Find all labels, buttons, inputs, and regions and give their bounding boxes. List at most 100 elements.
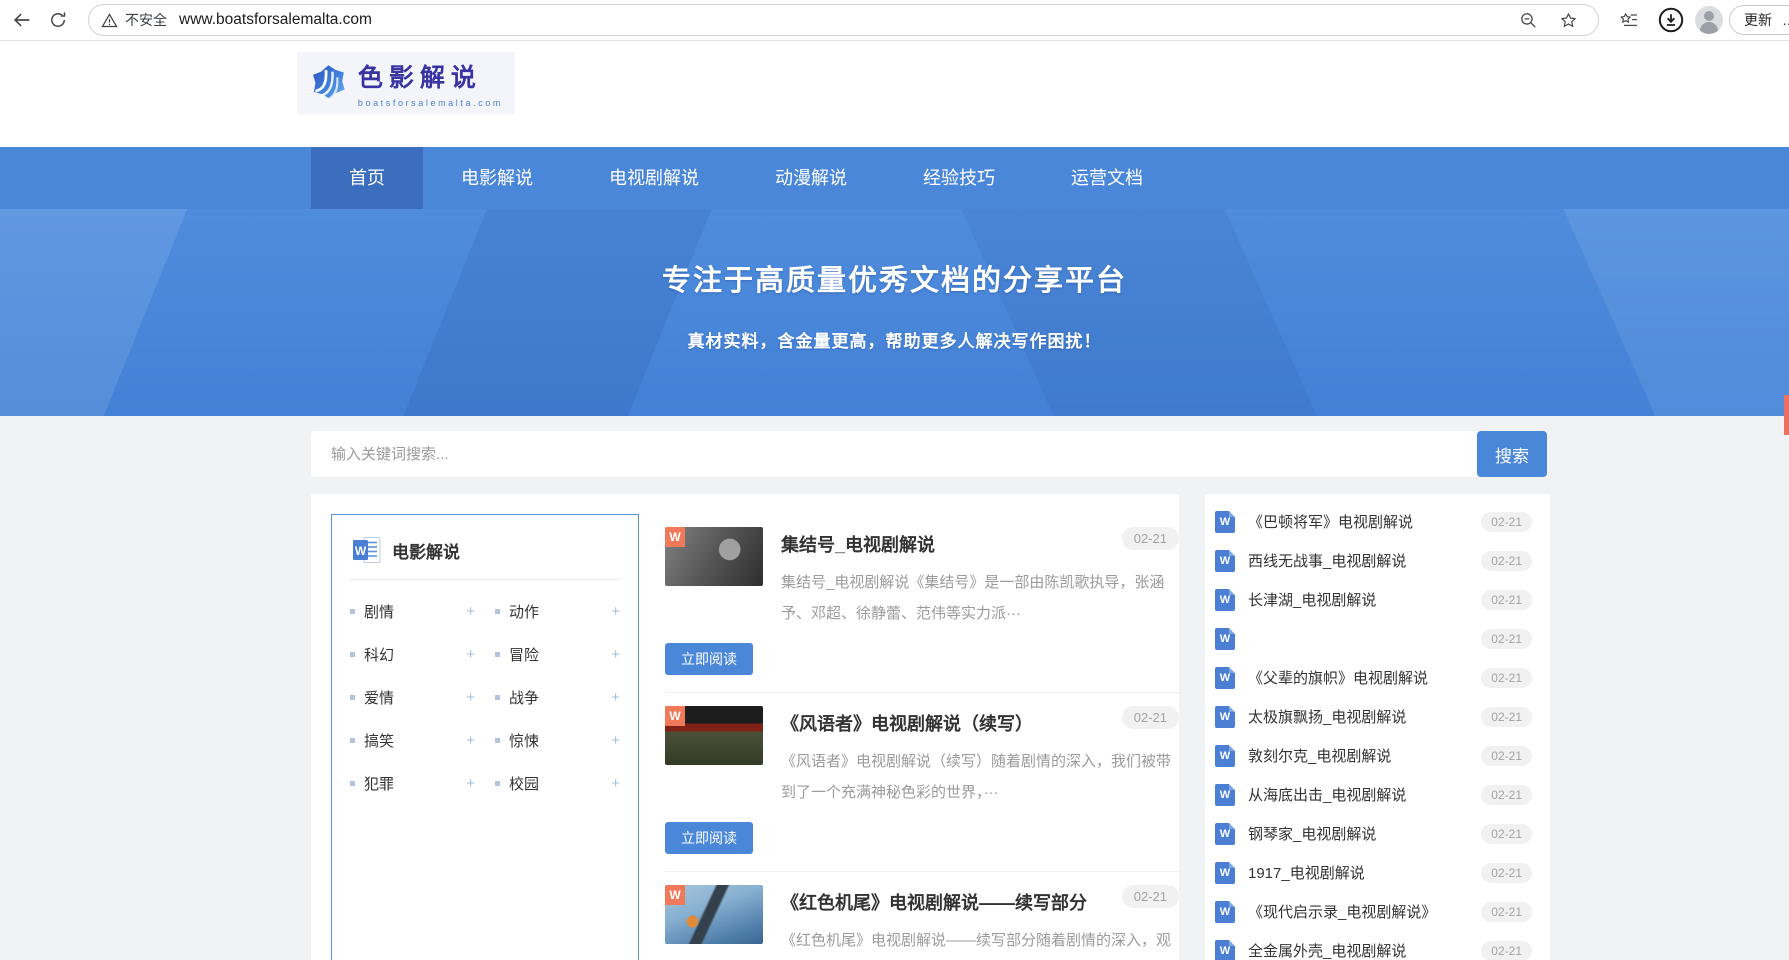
article-title[interactable]: 《红色机尾》电视剧解说——续写部分 [781, 889, 1122, 915]
refresh-icon [48, 10, 68, 30]
recent-doc-item[interactable]: W太极旗飘扬_电视剧解说02-21 [1215, 697, 1532, 736]
recent-doc-item[interactable]: W《父辈的旗帜》电视剧解说02-21 [1215, 658, 1532, 697]
article-description: 集结号_电视剧解说《集结号》是一部由陈凯歌执导，张涵予、邓超、徐静蕾、范伟等实力… [781, 567, 1179, 629]
zoom-out-button[interactable] [1510, 3, 1546, 37]
refresh-button[interactable] [40, 3, 76, 37]
back-button[interactable] [4, 3, 40, 37]
category-label: 剧情 [364, 601, 394, 622]
expand-plus-icon[interactable]: + [466, 732, 475, 749]
address-bar[interactable]: 不安全 www.boatsforsalemalta.com [88, 4, 1599, 36]
recent-doc-item[interactable]: W西线无战事_电视剧解说02-21 [1215, 541, 1532, 580]
downloads-button[interactable] [1653, 3, 1689, 37]
word-doc-icon: W [352, 535, 382, 565]
expand-plus-icon[interactable]: + [466, 775, 475, 792]
site-header: 色影解说 boatsforsalemalta.com [0, 41, 1789, 147]
word-badge-icon: W [665, 706, 685, 726]
recent-doc-item[interactable]: W《巴顿将军》电视剧解说02-21 [1215, 502, 1532, 541]
expand-plus-icon[interactable]: + [611, 603, 620, 620]
nav-item-docs[interactable]: 运营文档 [1033, 147, 1181, 209]
category-label: 冒险 [509, 644, 539, 665]
bookmark-button[interactable] [1550, 3, 1586, 37]
expand-plus-icon[interactable]: + [466, 689, 475, 706]
recent-doc-item[interactable]: W长津湖_电视剧解说02-21 [1215, 580, 1532, 619]
recent-doc-item[interactable]: W钢琴家_电视剧解说02-21 [1215, 814, 1532, 853]
article-thumbnail[interactable]: W [665, 706, 763, 765]
article-thumbnail[interactable]: W [665, 885, 763, 944]
recent-doc-item[interactable]: W敦刻尔克_电视剧解说02-21 [1215, 736, 1532, 775]
category-item-dongzuo[interactable]: 动作+ [495, 590, 620, 633]
recent-doc-date: 02-21 [1481, 941, 1532, 960]
recent-doc-item[interactable]: W02-21 [1215, 619, 1532, 658]
recent-doc-item[interactable]: W《现代启示录_电视剧解说》02-21 [1215, 892, 1532, 931]
hero-subtitle: 真材实料，含金量更高，帮助更多人解决写作困扰！ [0, 327, 1789, 352]
search-input[interactable] [311, 431, 1481, 477]
expand-plus-icon[interactable]: + [466, 603, 475, 620]
expand-plus-icon[interactable]: + [611, 689, 620, 706]
category-panel-header: W 电影解说 [350, 531, 620, 580]
category-label: 惊悚 [509, 730, 539, 751]
url-text: www.boatsforsalemalta.com [179, 11, 1510, 29]
article-item: W 《风语者》电视剧解说（续写） 02-21 《风语者》电视剧解说（续写）随着剧… [665, 693, 1179, 872]
bullet-icon [495, 738, 500, 743]
nav-item-movie[interactable]: 电影解说 [423, 147, 571, 209]
expand-plus-icon[interactable]: + [611, 732, 620, 749]
category-item-maoxian[interactable]: 冒险 + [495, 633, 620, 676]
nav-item-tv[interactable]: 电视剧解说 [571, 147, 737, 209]
category-item-jingsong[interactable]: 惊悚 + [495, 719, 620, 762]
recent-doc-title: 钢琴家_电视剧解说 [1248, 823, 1481, 844]
recent-doc-date: 02-21 [1481, 902, 1532, 922]
article-description: 《红色机尾》电视剧解说——续写部分随着剧情的深入，观众们被《红色机尾》中那一段段… [781, 925, 1179, 960]
read-now-button[interactable]: 立即阅读 [665, 822, 753, 854]
recent-doc-title: 《父辈的旗帜》电视剧解说 [1248, 667, 1481, 688]
recent-doc-item[interactable]: W1917_电视剧解说02-21 [1215, 853, 1532, 892]
category-item-fanzui[interactable]: 犯罪+ [350, 762, 475, 805]
search-button[interactable]: 搜索 [1477, 431, 1547, 477]
word-doc-icon: W [1215, 589, 1235, 611]
avatar-head [1704, 11, 1714, 21]
article-date-badge: 02-21 [1122, 706, 1179, 729]
recent-doc-item[interactable]: W从海底出击_电视剧解说02-21 [1215, 775, 1532, 814]
recent-doc-title: 西线无战事_电视剧解说 [1248, 550, 1481, 571]
profile-avatar[interactable] [1695, 6, 1723, 34]
recent-doc-title: 敦刻尔克_电视剧解说 [1248, 745, 1481, 766]
article-item: W 《红色机尾》电视剧解说——续写部分 02-21 《红色机尾》电视剧解说——续… [665, 872, 1179, 960]
category-label: 科幻 [364, 644, 394, 665]
expand-plus-icon[interactable]: + [466, 646, 475, 663]
bullet-icon [350, 781, 355, 786]
category-item-zhanzheng[interactable]: 战争 + [495, 676, 620, 719]
articles-card: W 电影解说 剧情 + 动作+ 科幻 + 冒险 + 爱情+ 战争 + 搞笑+ 惊悚 + 犯… [311, 494, 1179, 960]
category-item-xiaoyuan[interactable]: 校园+ [495, 762, 620, 805]
article-thumbnail[interactable]: W [665, 527, 763, 586]
browser-update-button[interactable]: 更新 … [1729, 5, 1789, 35]
category-item-gaoxiao[interactable]: 搞笑+ [350, 719, 475, 762]
nav-item-home[interactable]: 首页 [311, 147, 423, 209]
article-title[interactable]: 《风语者》电视剧解说（续写） [781, 710, 1122, 736]
logo-mark-icon [309, 59, 348, 107]
scrollbar-thumb[interactable] [1784, 395, 1789, 435]
recent-doc-date: 02-21 [1481, 707, 1532, 727]
category-item-aiqing[interactable]: 爱情+ [350, 676, 475, 719]
star-icon [1559, 11, 1578, 30]
category-item-juqing[interactable]: 剧情 + [350, 590, 475, 633]
category-label: 战争 [509, 687, 539, 708]
security-chip[interactable]: 不安全 [101, 10, 167, 30]
read-now-button[interactable]: 立即阅读 [665, 643, 753, 675]
recent-doc-date: 02-21 [1481, 785, 1532, 805]
recent-doc-title: 从海底出击_电视剧解说 [1248, 784, 1481, 805]
article-title[interactable]: 集结号_电视剧解说 [781, 531, 1122, 557]
site-logo[interactable]: 色影解说 boatsforsalemalta.com [297, 52, 515, 114]
category-item-kehuan[interactable]: 科幻 + [350, 633, 475, 676]
word-doc-icon: W [1215, 901, 1235, 923]
expand-plus-icon[interactable]: + [611, 646, 620, 663]
nav-item-anime[interactable]: 动漫解说 [737, 147, 885, 209]
nav-item-tips[interactable]: 经验技巧 [885, 147, 1033, 209]
article-description: 《风语者》电视剧解说（续写）随着剧情的深入，我们被带到了一个充满神秘色彩的世界，… [781, 746, 1179, 808]
main-content: W 电影解说 剧情 + 动作+ 科幻 + 冒险 + 爱情+ 战争 + 搞笑+ 惊悚 + 犯… [311, 494, 1789, 960]
expand-plus-icon[interactable]: + [611, 775, 620, 792]
bullet-icon [495, 695, 500, 700]
back-arrow-icon [11, 9, 33, 31]
collections-button[interactable] [1611, 3, 1647, 37]
recent-doc-item[interactable]: W全金属外壳_电视剧解说02-21 [1215, 931, 1532, 960]
site-domain: boatsforsalemalta.com [358, 98, 503, 108]
bullet-icon [350, 695, 355, 700]
